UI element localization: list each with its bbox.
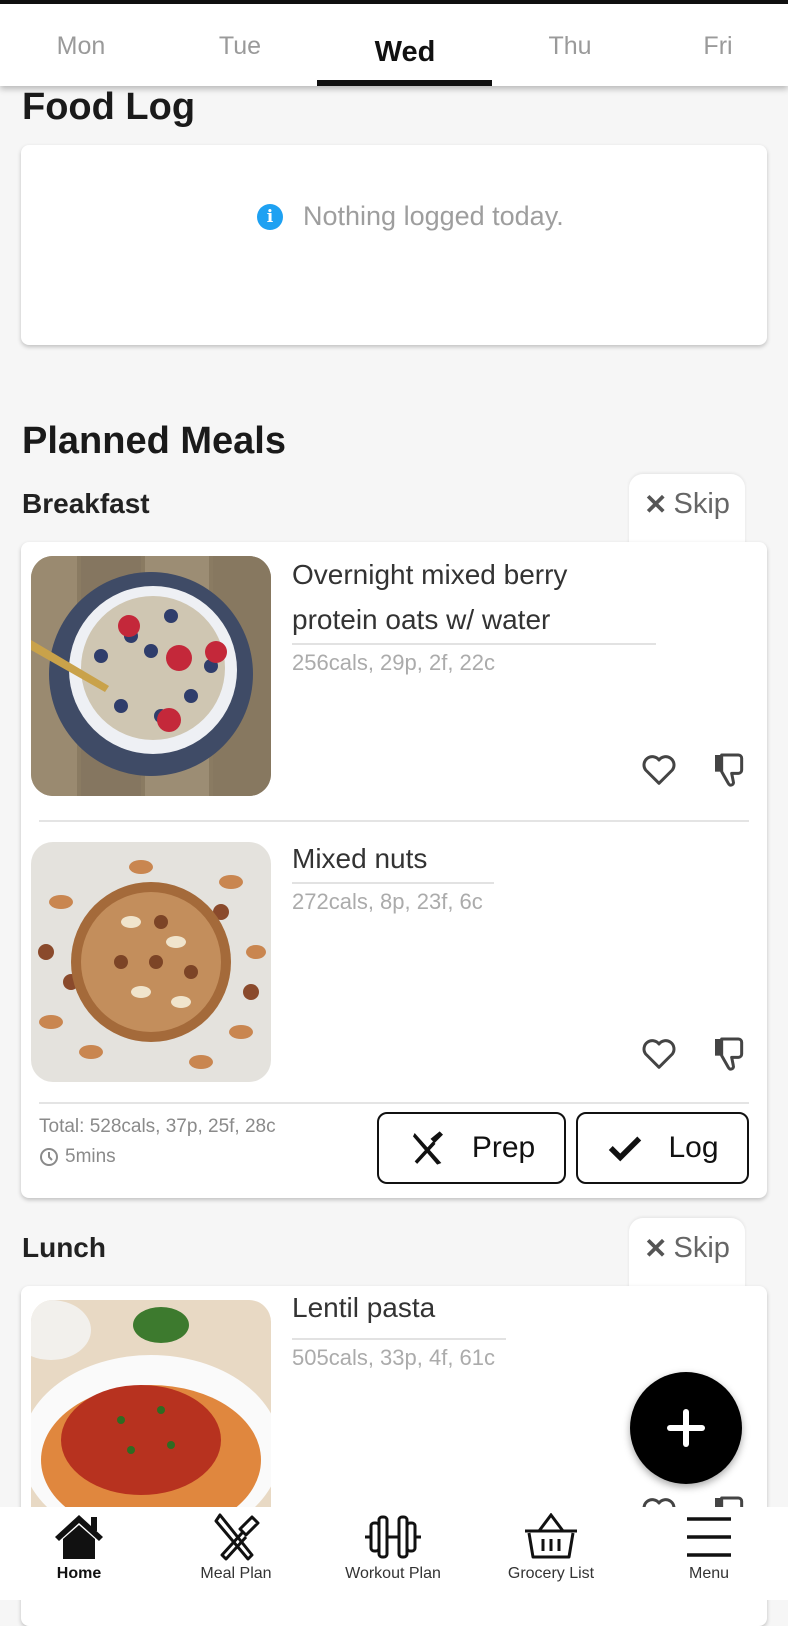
item-divider (39, 820, 749, 822)
totals-divider (39, 1102, 749, 1104)
tab-wed[interactable]: Wed (330, 36, 480, 69)
food-name-line-1: Lentil pasta (292, 1292, 436, 1323)
empty-log-text: Nothing logged today. (303, 201, 564, 231)
add-button[interactable] (630, 1372, 742, 1484)
home-icon (55, 1515, 103, 1559)
meal-title-breakfast: Breakfast (22, 488, 150, 519)
nav-label: Menu (688, 1565, 730, 1582)
dislike-thumbs-down-icon[interactable] (710, 1034, 750, 1074)
day-tabs: Mon Tue Wed Thu Fri (0, 4, 788, 86)
log-button[interactable]: Log (576, 1112, 749, 1184)
close-icon: ✕ (644, 1233, 668, 1264)
food-name-line-2: protein oats w/ water (292, 604, 551, 635)
food-name-underline (292, 882, 494, 884)
active-tab-indicator (317, 80, 492, 86)
food-name-line-1: Overnight mixed berry (292, 559, 568, 590)
food-name-berry-oats[interactable]: Overnight mixed berry protein oats w/ wa… (292, 552, 567, 642)
food-log-title: Food Log (22, 86, 196, 128)
favorite-heart-icon[interactable] (639, 750, 679, 790)
prep-button[interactable]: Prep (377, 1112, 566, 1184)
nav-home[interactable]: Home (4, 1513, 154, 1583)
meal-totals: Total: 528cals, 37p, 25f, 28c (39, 1116, 276, 1137)
favorite-heart-icon[interactable] (639, 1034, 679, 1074)
dumbbell-icon (365, 1515, 421, 1559)
nav-label: Meal Plan (200, 1565, 272, 1582)
food-image-lentil-pasta[interactable] (31, 1300, 271, 1540)
empty-log-message: i Nothing logged today. (257, 201, 564, 232)
skip-label: Skip (673, 1232, 730, 1264)
food-macros-berry-oats: 256cals, 29p, 2f, 22c (292, 650, 496, 675)
check-icon (609, 1136, 642, 1162)
food-macros-mixed-nuts: 272cals, 8p, 23f, 6c (292, 889, 483, 914)
clock-icon (40, 1148, 58, 1166)
food-name-mixed-nuts[interactable]: Mixed nuts (292, 836, 427, 881)
prep-label: Prep (471, 1131, 536, 1164)
nav-grocery-list[interactable]: Grocery List (476, 1513, 626, 1583)
info-icon: i (257, 203, 283, 230)
food-name-lentil-pasta[interactable]: Lentil pasta (292, 1285, 435, 1330)
menu-icon (687, 1517, 731, 1557)
prep-time: 5mins (39, 1146, 116, 1168)
prep-time-value: 5mins (65, 1146, 116, 1167)
food-name-line-1: Mixed nuts (292, 843, 428, 874)
plus-icon (667, 1409, 705, 1447)
tab-fri[interactable]: Fri (643, 32, 788, 61)
tab-mon[interactable]: Mon (6, 32, 156, 61)
tab-thu[interactable]: Thu (495, 32, 645, 61)
planned-meals-title: Planned Meals (22, 420, 286, 462)
food-name-underline (292, 643, 656, 645)
nav-menu[interactable]: Menu (634, 1513, 784, 1583)
dislike-thumbs-down-icon[interactable] (710, 750, 750, 790)
nav-label: Home (56, 1565, 102, 1582)
bottom-nav: Home Meal Plan Workout Plan Grocery List (0, 1507, 788, 1600)
utensils-icon (214, 1513, 260, 1561)
food-log-card: i Nothing logged today. (21, 145, 767, 345)
food-name-underline (292, 1338, 506, 1340)
nav-meal-plan[interactable]: Meal Plan (161, 1513, 311, 1583)
nav-workout-plan[interactable]: Workout Plan (318, 1513, 468, 1583)
log-label: Log (668, 1131, 719, 1164)
basket-icon (525, 1513, 577, 1559)
tab-tue[interactable]: Tue (165, 32, 315, 61)
utensils-icon (412, 1131, 443, 1165)
food-macros-lentil-pasta: 505cals, 33p, 4f, 61c (292, 1345, 496, 1370)
nav-label: Workout Plan (345, 1565, 441, 1582)
food-image-berry-oats[interactable] (31, 556, 271, 796)
meal-title-lunch: Lunch (22, 1232, 106, 1263)
skip-label: Skip (673, 488, 730, 520)
nav-label: Grocery List (507, 1565, 595, 1582)
food-image-mixed-nuts[interactable] (31, 842, 271, 1082)
close-icon: ✕ (644, 489, 668, 520)
